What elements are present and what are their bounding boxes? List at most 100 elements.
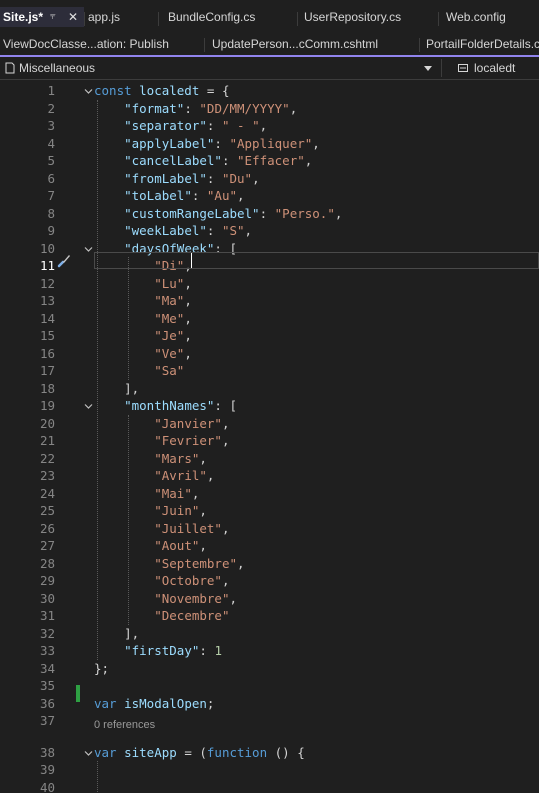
code-token: , [312,135,320,151]
chevron-down-icon [424,66,432,71]
code-line[interactable]: "Novembre", [94,590,237,608]
modified-line-marker [76,685,80,702]
code-line[interactable]: "Sa" [94,362,184,380]
code-line[interactable]: "fromLabel": "Du", [94,170,260,188]
tab-divider [297,12,298,26]
code-token: , [184,328,192,343]
code-token: : [ [214,398,237,413]
code-line[interactable]: ], [94,380,139,398]
code-line[interactable]: "Lu", [94,275,192,293]
code-line[interactable]: const localedt = { [94,82,229,100]
code-line[interactable]: "Je", [94,327,192,345]
code-token: : [206,118,222,133]
code-token: , [184,310,192,326]
code-line[interactable]: "Me", [94,310,192,328]
fold-chevron-icon[interactable] [84,749,93,758]
fold-chevron-icon[interactable] [84,402,93,411]
code-token: = ( [176,744,207,760]
close-icon[interactable]: ✕ [68,7,78,27]
code-line[interactable]: "monthNames": [ [94,397,237,415]
tab-bundleconfig[interactable]: BundleConfig.cs [168,7,255,27]
line-number: 32 [39,625,55,641]
line-number: 40 [39,779,55,793]
code-line[interactable]: "Septembre", [94,555,244,573]
line-number: 17 [39,363,55,378]
fold-chevron-icon[interactable] [84,245,93,254]
code-token: , [221,433,230,448]
code-token: "Avril" [154,468,207,483]
code-line[interactable]: "Mai", [94,485,199,503]
line-number: 27 [39,538,55,553]
code-token: : [191,188,207,203]
code-line[interactable]: "customRangeLabel": "Perso.", [94,205,342,223]
codelens-references[interactable]: 0 references [94,719,155,731]
line-number: 11 [39,258,55,273]
code-line[interactable]: "Juin", [94,502,207,520]
code-line[interactable]: "firstDay": 1 [94,642,222,660]
code-line[interactable]: var siteApp = (function () { [94,744,305,762]
tab-web-config[interactable]: Web.config [446,7,506,27]
tab-app-js[interactable]: app.js [88,7,120,27]
tab-site-js[interactable]: Site.js* ⫧ ✕ [0,7,84,27]
code-line[interactable]: ], [94,625,139,643]
code-line[interactable]: "Aout", [94,537,207,555]
code-token: , [184,275,192,291]
current-line-highlight [94,252,539,269]
code-editor[interactable]: 1 const localedt = {2 "format": "DD/MM/YY… [0,80,539,793]
code-token: , [244,223,253,238]
code-line[interactable]: "separator": " - ", [94,117,267,135]
tab-updateperson[interactable]: UpdatePerson...cComm.cshtml [212,34,378,55]
pin-icon[interactable]: ⫧ [50,7,56,27]
code-line[interactable]: "Mars", [94,450,207,468]
code-token: = { [199,83,230,98]
code-line[interactable]: "Ma", [94,292,192,310]
code-line[interactable]: "Octobre", [94,572,229,590]
file-icon [5,62,15,74]
tab-userrepository[interactable]: UserRepository.cs [304,7,401,27]
code-token: "Ve" [154,345,185,361]
line-number: 16 [39,345,55,361]
tab-divider [158,12,159,26]
field-icon [458,64,468,72]
code-token: , [259,118,268,133]
navigation-bar: Miscellaneous localedt [0,57,539,80]
code-line[interactable]: "applyLabel": "Appliquer", [94,135,320,153]
code-token: , [191,485,200,501]
tab-portailfolderdetails[interactable]: PortailFolderDetails.cs [426,34,539,55]
code-token: }; [94,660,110,676]
tab-label: UserRepository.cs [304,10,402,24]
tab-viewdocclasse[interactable]: ViewDocClasse...ation: Publish [3,34,169,55]
code-line[interactable]: "Juillet", [94,520,229,538]
code-line[interactable]: "Decembre" [94,607,229,625]
quick-actions-brush-icon[interactable] [56,252,72,268]
code-line[interactable]: "Janvier", [94,415,229,433]
code-line[interactable]: "weekLabel": "S", [94,222,252,240]
code-line[interactable]: "Avril", [94,467,214,485]
member-dropdown[interactable]: localedt [443,57,539,79]
text-cursor [191,253,192,268]
code-line[interactable]: "format": "DD/MM/YYYY", [94,100,297,118]
code-token: , [221,415,230,431]
scope-dropdown[interactable]: Miscellaneous [0,57,439,79]
code-token: "Decembre" [154,608,230,623]
code-line[interactable]: }; [94,660,109,678]
line-number: 8 [47,205,55,221]
code-token: , [334,205,343,221]
code-line[interactable]: var isModalOpen; [94,695,214,713]
code-line[interactable]: "Ve", [94,345,192,363]
code-line[interactable]: "toLabel": "Au", [94,187,244,205]
code-token: var [94,744,125,760]
code-line[interactable]: "cancelLabel": "Effacer", [94,152,312,170]
code-token: "Aout" [154,538,200,553]
code-line[interactable]: "Fevrier", [94,432,229,450]
fold-chevron-icon[interactable] [84,87,93,96]
code-token: "S" [221,223,245,238]
